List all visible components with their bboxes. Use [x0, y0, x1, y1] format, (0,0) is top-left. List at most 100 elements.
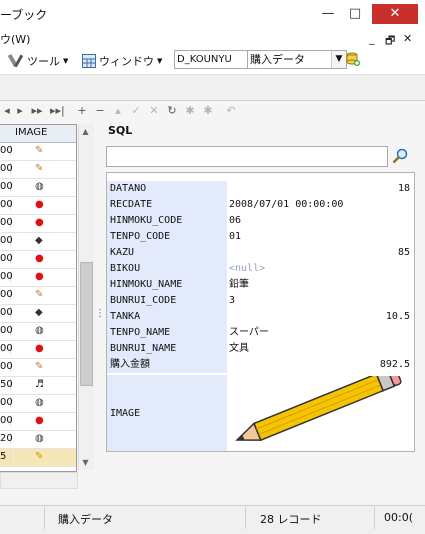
table-row[interactable]: 00 ◍ — [0, 395, 76, 413]
column-header-image[interactable]: IMAGE — [15, 127, 47, 138]
table-row[interactable]: 00 ◆ — [0, 233, 76, 251]
search-input[interactable] — [106, 146, 388, 167]
row-value: 20 — [0, 433, 13, 444]
scroll-down-icon[interactable]: ▼ — [78, 458, 93, 467]
query-select-value: 購入データ — [250, 53, 305, 66]
status-query-name: 購入データ — [58, 513, 113, 526]
row-value: 00 — [0, 217, 13, 228]
camera-thumbnail-icon: ◆ — [35, 307, 43, 318]
maximize-button[interactable]: □ — [343, 4, 367, 24]
field-name: TENPO_CODE — [107, 229, 227, 245]
table-row[interactable]: 00 ● — [0, 215, 76, 233]
table-row[interactable]: 00 ◍ — [0, 179, 76, 197]
table-row[interactable]: 00 ◍ — [0, 323, 76, 341]
chevron-down-icon: ▼ — [63, 57, 69, 65]
row-value: 00 — [0, 199, 13, 210]
field-name: BUNRUI_NAME — [107, 341, 227, 357]
search-icon[interactable] — [392, 148, 408, 164]
table-row[interactable]: 00 ● — [0, 251, 76, 269]
field-value[interactable]: 85 — [227, 245, 413, 261]
row-value: 5 — [0, 451, 11, 462]
pencil-thumbnail-icon: ✎ — [35, 289, 44, 300]
row-value: 00 — [0, 271, 13, 282]
nav-undo-button[interactable]: ↶ — [224, 104, 238, 117]
field-name: BUNRUI_CODE — [107, 293, 227, 309]
table-row[interactable]: 00 ● — [0, 269, 76, 287]
nav-delete-button[interactable]: − — [93, 104, 107, 117]
close-button[interactable]: ✕ — [372, 4, 418, 24]
tools-label: ツール — [27, 55, 60, 68]
row-value: 00 — [0, 289, 13, 300]
table-row[interactable]: 00 ✎ — [0, 143, 76, 161]
pencil-thumbnail-icon: ✎ — [35, 361, 44, 372]
tools-icon — [8, 53, 24, 68]
field-value[interactable]: 892.5 — [227, 357, 413, 373]
field-value[interactable]: 10.5 — [227, 309, 413, 325]
table-row[interactable]: 00 ✎ — [0, 359, 76, 377]
row-value: 00 — [0, 253, 13, 264]
bento-thumbnail-icon: ◍ — [35, 433, 44, 444]
nav-next-page-button[interactable]: ▸▸ — [30, 104, 44, 117]
table-row[interactable]: 00 ✎ — [0, 287, 76, 305]
scrollbar-thumb[interactable] — [80, 262, 93, 386]
row-value: 00 — [0, 415, 13, 426]
status-record-count: 28 レコード — [260, 513, 322, 526]
menu-item-window[interactable]: ウ(W) — [0, 31, 30, 47]
scroll-up-icon[interactable]: ▲ — [78, 127, 93, 136]
field-name: TENPO_NAME — [107, 325, 227, 341]
mdi-close-button[interactable]: ✕ — [403, 32, 412, 45]
minimize-button[interactable]: — — [316, 4, 340, 24]
nav-post-button[interactable]: ✓ — [129, 104, 143, 117]
row-value: 00 — [0, 325, 13, 336]
nav-refresh-button[interactable]: ↻ — [165, 104, 179, 117]
field-name: HINMOKU_NAME — [107, 277, 227, 293]
row-value: 50 — [0, 379, 13, 390]
table-row[interactable]: 00 ◆ — [0, 305, 76, 323]
field-value[interactable]: 鉛筆 — [227, 277, 413, 293]
table-row[interactable]: 00 ● — [0, 413, 76, 431]
grid-header: IMAGE — [0, 125, 76, 143]
table-row[interactable]: 5 ✎ — [0, 449, 76, 467]
table-row[interactable]: 00 ● — [0, 341, 76, 359]
field-value[interactable]: 01 — [227, 229, 413, 245]
nav-prev-button[interactable]: ◂ — [0, 104, 14, 117]
nav-edit-button[interactable]: ▴ — [111, 104, 125, 117]
chevron-down-icon[interactable]: ▼ — [331, 51, 346, 68]
nav-cancel-button[interactable]: ✕ — [147, 104, 161, 117]
field-value[interactable]: 文具 — [227, 341, 413, 357]
mdi-minimize-button[interactable]: _ — [369, 32, 375, 45]
add-database-icon[interactable] — [346, 52, 360, 66]
status-time: 00:0( — [384, 511, 413, 524]
field-name: KAZU — [107, 245, 227, 261]
splitter-handle[interactable]: ⋮ — [95, 308, 105, 319]
field-name: DATANO — [107, 181, 227, 197]
menu-bar: ウ(W) — [0, 28, 425, 48]
tools-menu-button[interactable]: ツール ▼ — [8, 53, 68, 69]
nav-next-button[interactable]: ▸ — [13, 104, 27, 117]
row-value: 00 — [0, 145, 13, 156]
field-value[interactable]: 06 — [227, 213, 413, 229]
data-grid[interactable]: IMAGE 00 ✎ 00 ✎ 00 ◍ 00 ● 00 ● 00 ◆ 00 ● 00 ● 00 ✎ 00 ◆ 00 ◍ 0… — [0, 124, 77, 472]
apple-thumbnail-icon: ● — [35, 415, 44, 426]
field-value[interactable]: 2008/07/01 00:00:00 — [227, 197, 413, 213]
horizontal-scrollbar[interactable] — [0, 472, 78, 489]
field-value[interactable]: スーパー — [227, 325, 413, 341]
nav-apply-button[interactable]: ✱ — [183, 104, 197, 117]
apple-thumbnail-icon: ● — [35, 343, 44, 354]
table-row[interactable]: 00 ✎ — [0, 161, 76, 179]
field-value[interactable]: 3 — [227, 293, 413, 309]
table-row[interactable]: 20 ◍ — [0, 431, 76, 449]
table-row[interactable]: 00 ● — [0, 197, 76, 215]
status-separator — [245, 507, 246, 529]
window-menu-button[interactable]: ウィンドウ ▼ — [82, 53, 162, 69]
table-row[interactable]: 50 ♬ — [0, 377, 76, 395]
connection-field[interactable]: D_KOUNYU — [174, 50, 248, 69]
nav-cancel-updates-button[interactable]: ✱ — [201, 104, 215, 117]
nav-last-button[interactable]: ▸▸| — [50, 104, 65, 117]
field-value[interactable]: <null> — [227, 261, 413, 277]
record-view: DATANO 18 RECDATE 2008/07/01 00:00:00 HINMOK… — [106, 172, 415, 452]
field-value[interactable]: 18 — [227, 181, 413, 197]
nav-insert-button[interactable]: + — [75, 104, 89, 117]
sql-label: SQL — [108, 124, 133, 137]
query-select[interactable]: 購入データ ▼ — [247, 50, 347, 69]
